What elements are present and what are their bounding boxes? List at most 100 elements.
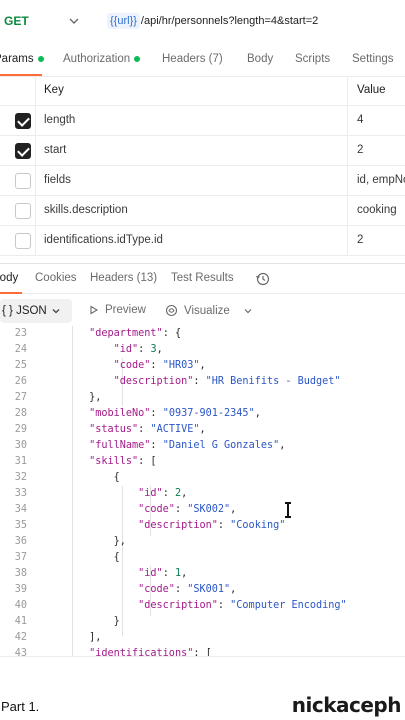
- header-checkbox-cell: [0, 76, 36, 106]
- preview-label: Preview: [105, 304, 146, 316]
- code-text: "mobileNo": "0937-901-2345",: [89, 408, 261, 419]
- line-number: 25: [14, 360, 27, 371]
- checkbox-cell: [0, 196, 36, 226]
- line-number: 33: [14, 488, 27, 499]
- code-line: 34 "code": "SK002",: [0, 503, 405, 519]
- code-line: 37 {: [0, 551, 405, 567]
- response-tab-headers[interactable]: Headers (13): [90, 272, 157, 284]
- url-bar: GET {{url}} /api/hr/personnels?length=4&…: [0, 0, 405, 42]
- tab-body[interactable]: Body: [247, 53, 273, 65]
- code-text: "id": 1,: [138, 568, 188, 579]
- response-body-code[interactable]: 23 "department": {24 "id": 3, 25 "code": …: [0, 326, 405, 656]
- line-number: 28: [14, 408, 27, 419]
- line-number: 32: [14, 472, 27, 483]
- param-value[interactable]: 2: [357, 234, 363, 246]
- params-header-key: Key: [44, 84, 64, 96]
- visualize-label: Visualize: [184, 304, 230, 317]
- code-line: 32 {: [0, 471, 405, 487]
- response-tabs: Body Cookies Headers (13) Test Results: [0, 264, 405, 294]
- format-select[interactable]: { } JSON: [0, 299, 72, 323]
- code-text: },: [40, 536, 126, 547]
- value-cell: 2: [347, 136, 405, 166]
- part-label: Part 1.: [1, 699, 40, 714]
- line-number: 30: [14, 440, 27, 451]
- code-text: "department": {: [89, 328, 182, 339]
- code-line: 40 "description": "Computer Encoding": [0, 599, 405, 615]
- line-number: 24: [14, 344, 27, 355]
- code-text: },: [40, 392, 102, 403]
- header-value-cell: Value: [347, 76, 405, 106]
- code-line: 26 "description": "HR Benifits - Budget": [0, 375, 405, 391]
- response-tab-body[interactable]: Body: [0, 272, 18, 284]
- response-tab-cookies[interactable]: Cookies: [35, 272, 77, 284]
- param-key[interactable]: skills.description: [44, 204, 128, 216]
- param-key[interactable]: fields: [44, 174, 71, 186]
- param-checkbox[interactable]: [15, 233, 31, 249]
- param-row: length 4: [0, 106, 405, 136]
- code-text: ],: [40, 632, 102, 643]
- line-number: 35: [14, 520, 27, 531]
- tab-headers[interactable]: Headers (7): [162, 53, 223, 65]
- line-number: 38: [14, 568, 27, 579]
- url-variable: {{url}}: [107, 13, 140, 29]
- line-number: 29: [14, 424, 27, 435]
- tab-settings[interactable]: Settings: [352, 53, 394, 65]
- code-line: 42 ],: [0, 631, 405, 647]
- code-text: }: [40, 616, 120, 627]
- code-text: {: [40, 472, 120, 483]
- param-checkbox[interactable]: [15, 203, 31, 219]
- code-text: "description": "HR Benifits - Budget": [113, 376, 341, 387]
- value-cell: cooking: [347, 196, 405, 226]
- param-value[interactable]: id, empNo: [357, 174, 405, 186]
- visualize-button[interactable]: Visualize: [165, 304, 230, 317]
- history-icon[interactable]: [255, 271, 271, 287]
- url-path: /api/hr/personnels?length=4&start=2: [140, 15, 319, 27]
- code-text: "code": "SK002",: [138, 504, 237, 515]
- preview-button[interactable]: Preview: [89, 304, 146, 316]
- param-row: start 2: [0, 136, 405, 166]
- param-key[interactable]: length: [44, 114, 75, 126]
- line-number: 43: [14, 648, 27, 656]
- param-value[interactable]: 4: [357, 114, 363, 126]
- code-line: 35 "description": "Cooking": [0, 519, 405, 535]
- line-number: 26: [14, 376, 27, 387]
- tab-params[interactable]: Params: [0, 53, 44, 65]
- checkbox-cell: [0, 136, 36, 166]
- value-cell: 4: [347, 106, 405, 136]
- param-value[interactable]: cooking: [357, 204, 397, 216]
- code-text: "fullName": "Daniel G Gonzales",: [89, 440, 286, 451]
- method-select[interactable]: GET: [0, 6, 92, 36]
- code-text: "code": "SK001",: [138, 584, 237, 595]
- value-cell: id, empNo: [347, 166, 405, 196]
- tab-authorization[interactable]: Authorization: [63, 53, 141, 65]
- code-line: 41 }: [0, 615, 405, 631]
- chevron-down-icon[interactable]: [243, 306, 253, 316]
- tab-authorization-label: Authorization: [63, 53, 131, 65]
- param-checkbox[interactable]: [15, 173, 31, 189]
- code-line: 25 "code": "HR03",: [0, 359, 405, 375]
- param-checkbox[interactable]: [15, 143, 31, 159]
- response-toolbar: { } JSON Preview Visualize: [0, 296, 405, 326]
- param-key[interactable]: start: [44, 144, 66, 156]
- authorization-dot: [134, 55, 141, 62]
- line-number: 34: [14, 504, 27, 515]
- param-value[interactable]: 2: [357, 144, 363, 156]
- code-line: 39 "code": "SK001",: [0, 583, 405, 599]
- line-number: 36: [14, 536, 27, 547]
- chevron-down-icon: [69, 18, 79, 24]
- watermark: nickaceph: [291, 693, 402, 717]
- param-checkbox[interactable]: [15, 113, 31, 129]
- code-line: 23 "department": {: [0, 327, 405, 343]
- format-label: { } JSON: [2, 305, 47, 317]
- param-key[interactable]: identifications.idType.id: [44, 234, 163, 246]
- url-input[interactable]: {{url}} /api/hr/personnels?length=4&star…: [99, 6, 405, 36]
- code-text: "skills": [: [89, 456, 157, 467]
- code-text: {: [40, 552, 120, 563]
- code-line: 27 },: [0, 391, 405, 407]
- params-header-row: Key Value: [0, 76, 405, 106]
- params-header-value: Value: [357, 84, 386, 96]
- response-tab-test-results[interactable]: Test Results: [171, 272, 234, 284]
- line-number: 42: [14, 632, 27, 643]
- code-line: 43 "identifications": [: [0, 647, 405, 656]
- tab-scripts[interactable]: Scripts: [295, 53, 330, 65]
